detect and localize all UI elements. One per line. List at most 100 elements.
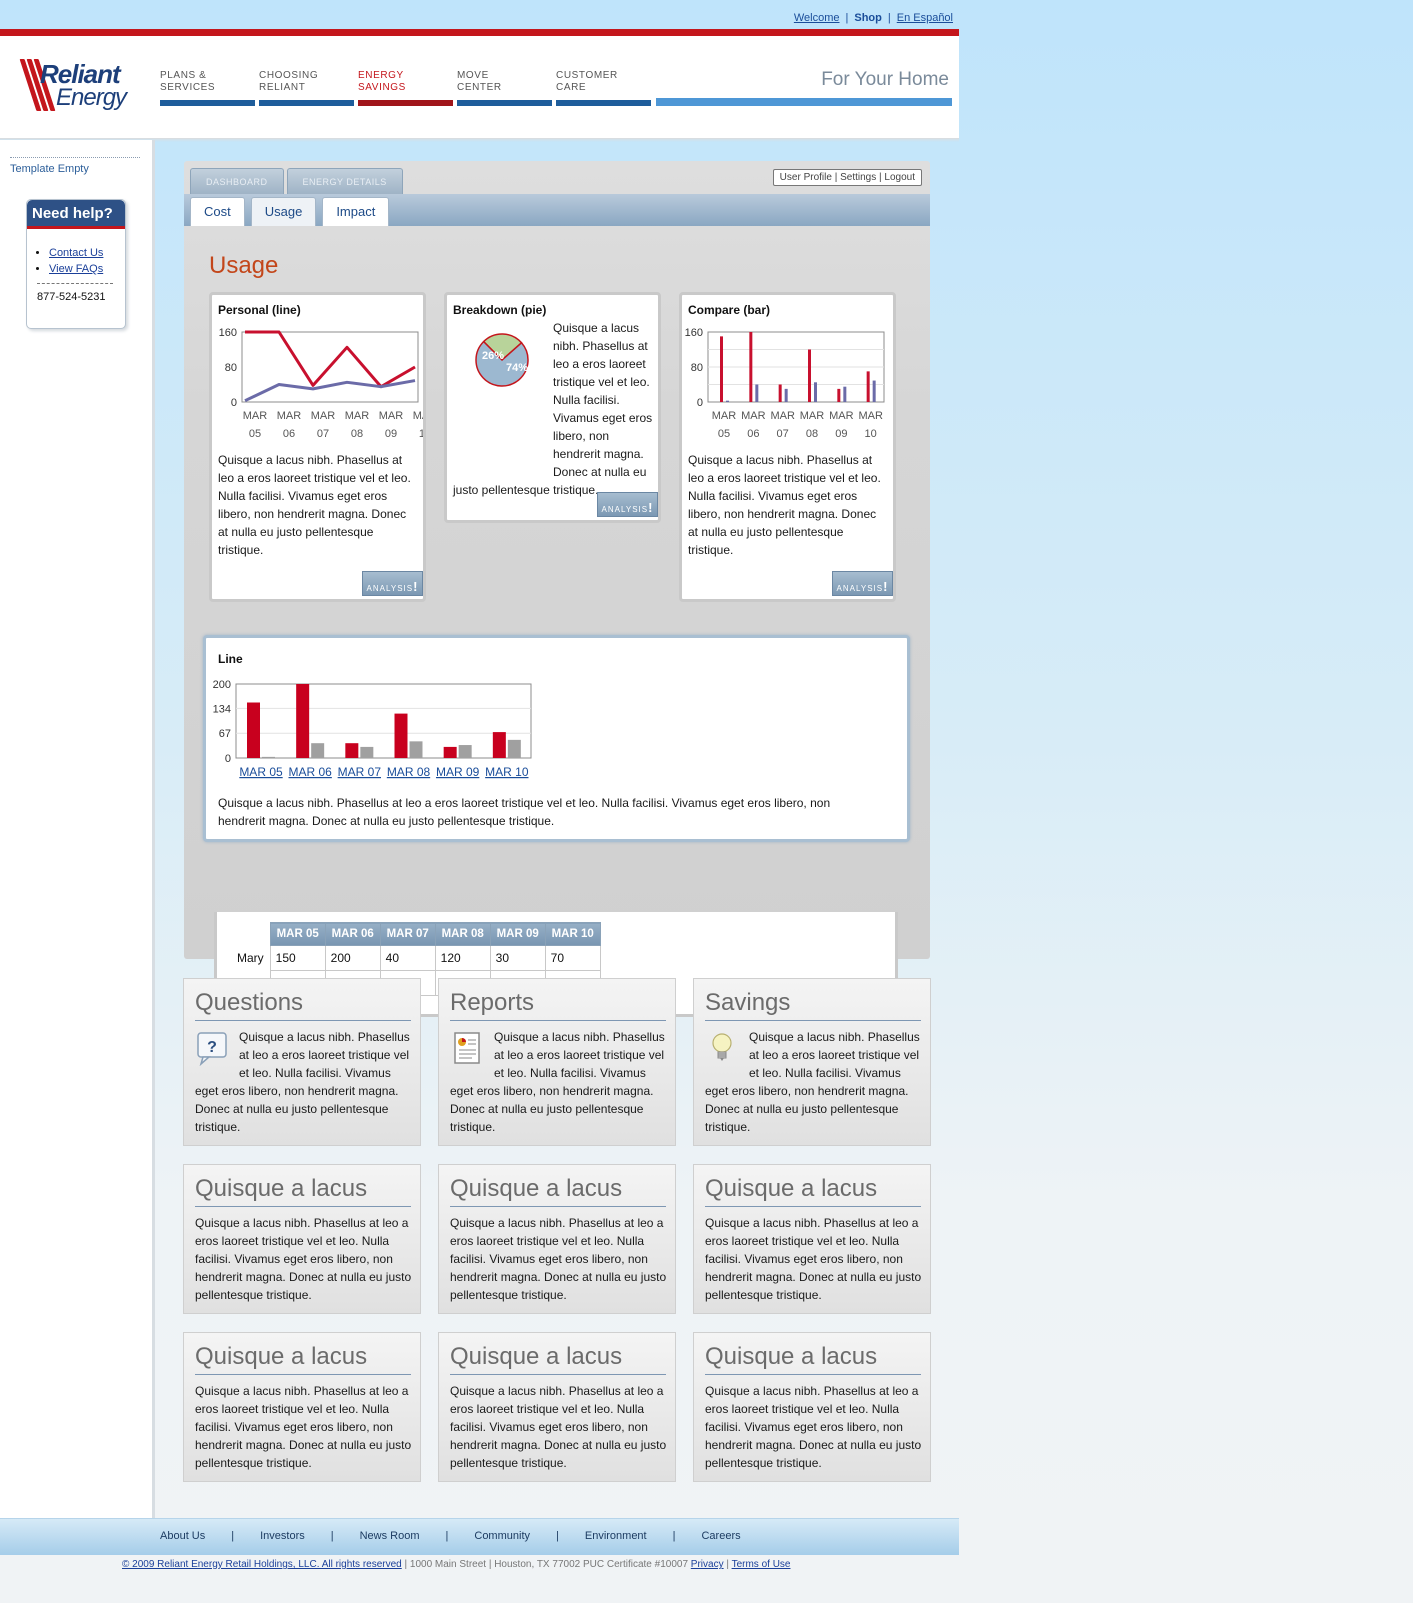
x-tick-label: MAR 06 — [288, 765, 332, 779]
footer-link-careers[interactable]: Careers — [701, 1530, 740, 1542]
footer-separator: | — [330, 1530, 334, 1542]
footer-link-investors[interactable]: Investors — [260, 1530, 305, 1542]
x-tick-label: 08 — [806, 428, 818, 440]
question-icon: ? — [197, 1032, 227, 1066]
shop-link[interactable]: Shop — [854, 12, 882, 24]
savings-box: Savings Quisque a lacus nibh. Phasellus … — [693, 978, 931, 1146]
bar — [296, 684, 310, 758]
usage-content: Usage Personal (line) 0 80 160 MAR 05 MAR 06 MA… — [184, 226, 930, 1017]
table-corner — [232, 922, 271, 946]
logout-link[interactable]: Logout — [884, 172, 915, 183]
x-tick-label: MAR — [345, 410, 370, 422]
x-tick-label: 09 — [835, 428, 847, 440]
settings-link[interactable]: Settings — [840, 172, 876, 183]
help-phone: 877-524-5231 — [37, 291, 106, 303]
analysis-mark: ! — [648, 500, 654, 515]
copyright-link[interactable]: © 2009 Reliant Energy Retail Holdings, L… — [122, 1559, 402, 1570]
espanol-link[interactable]: En Español — [897, 12, 953, 24]
bar — [394, 713, 408, 758]
tab-dashboard[interactable]: DASHBOARD — [190, 168, 284, 194]
footer-link-newsroom[interactable]: News Room — [360, 1530, 420, 1542]
sub-tabs: Cost Usage Impact — [190, 197, 395, 226]
nav-label: CUSTOMER CARE — [556, 70, 618, 93]
main-nav: PLANS & SERVICES CHOOSING RELIANT ENERGY… — [160, 70, 655, 106]
bar — [866, 371, 870, 402]
bar — [492, 732, 506, 758]
quisque-box: Quisque a lacus Quisque a lacus nibh. Ph… — [438, 1164, 676, 1314]
analysis-label: ANALYSIS — [366, 584, 414, 593]
table-header: MAR 09 — [489, 922, 546, 946]
table-cell: 30 — [489, 945, 546, 971]
bar — [755, 384, 759, 402]
copyright-line: © 2009 Reliant Energy Retail Holdings, L… — [122, 1559, 791, 1570]
bar — [843, 386, 847, 402]
nav-customer-care[interactable]: CUSTOMER CARE — [556, 70, 651, 106]
x-tick-label: 06 — [283, 428, 295, 440]
quisque-box: Quisque a lacus Quisque a lacus nibh. Ph… — [183, 1164, 421, 1314]
tab-impact[interactable]: Impact — [322, 197, 390, 226]
box-text: ? Quisque a lacus nibh. Phasellus at leo… — [195, 1028, 413, 1136]
view-faqs-link[interactable]: View FAQs — [49, 263, 103, 275]
nav-label: ENERGY SAVINGS — [358, 70, 406, 93]
pie-float-spacer — [453, 319, 553, 481]
nav-fill-bar — [656, 98, 952, 106]
table-cell: 40 — [379, 945, 436, 971]
tab-cost[interactable]: Cost — [190, 197, 245, 226]
user-profile-link[interactable]: User Profile — [780, 172, 832, 183]
plot-area — [235, 683, 532, 759]
box-text: Quisque a lacus nibh. Phasellus at leo a… — [705, 1384, 922, 1470]
dashboard-panel: DASHBOARD ENERGY DETAILS User Profile | … — [184, 161, 930, 1017]
site-footer: About Us | Investors | News Room | Communit… — [0, 1518, 959, 1555]
nav-choosing-reliant[interactable]: CHOOSING RELIANT — [259, 70, 354, 106]
table-cell: 150 — [269, 945, 326, 971]
bar — [360, 746, 374, 758]
footer-link-environment[interactable]: Environment — [585, 1530, 647, 1542]
tab-energy-details[interactable]: ENERGY DETAILS — [286, 168, 403, 194]
x-tick-label: 05 — [718, 428, 730, 440]
analysis-button[interactable]: ANALYSIS! — [597, 492, 658, 517]
nav-label: CHOOSING RELIANT — [259, 70, 319, 93]
tagline: For Your Home — [821, 69, 949, 90]
footer-link-community[interactable]: Community — [474, 1530, 530, 1542]
template-empty-link[interactable]: Template Empty — [10, 163, 152, 175]
utility-separator: | — [845, 12, 849, 24]
reliant-energy-logo[interactable]: Reliant Energy — [19, 57, 136, 117]
welcome-link[interactable]: Welcome — [794, 12, 840, 24]
analysis-button[interactable]: ANALYSIS! — [832, 571, 893, 596]
x-tick-label: MAR — [379, 410, 404, 422]
footer-link-about[interactable]: About Us — [160, 1530, 205, 1542]
analysis-mark: ! — [883, 579, 889, 594]
table-header: MAR 05 — [269, 922, 326, 946]
bar — [808, 349, 811, 402]
site-header: Reliant Energy PLANS & SERVICES CHOOSING… — [0, 29, 959, 142]
table-cell: 70 — [544, 945, 601, 971]
questions-box: Questions ? Quisque a lacus nibh. Phasel… — [183, 978, 421, 1146]
box-text: Quisque a lacus nibh. Phasellus at leo a… — [450, 1216, 667, 1302]
top-tabs: DASHBOARD ENERGY DETAILS — [190, 168, 406, 194]
y-tick-label: 0 — [225, 753, 231, 765]
personal-line-chart: 0 80 160 MAR 05 MAR 06 MAR 07 MAR 08 MAR 09 MAR 10 — [219, 327, 423, 440]
contact-us-link[interactable]: Contact Us — [49, 247, 103, 259]
nav-energy-savings[interactable]: ENERGY SAVINGS — [358, 70, 453, 106]
bar — [247, 702, 260, 758]
x-tick-label: MAR — [277, 410, 302, 422]
bar — [749, 332, 753, 402]
line-card: Line 0 67 134 200 MAR 05 MAR 06 MAR 07 MAR 08 MA… — [203, 635, 910, 842]
tab-usage[interactable]: Usage — [250, 197, 317, 226]
nav-plans-services[interactable]: PLANS & SERVICES — [160, 70, 255, 106]
nav-move-center[interactable]: MOVE CENTER — [457, 70, 552, 106]
privacy-link[interactable]: Privacy — [691, 1559, 724, 1570]
table-row: Mary 150 200 40 120 30 70 — [232, 945, 601, 971]
box-text: Quisque a lacus nibh. Phasellus at leo a… — [450, 1384, 667, 1470]
bar — [778, 384, 782, 402]
analysis-button[interactable]: ANALYSIS! — [362, 571, 423, 596]
row-label: Mary — [237, 951, 264, 965]
terms-link[interactable]: Terms of Use — [732, 1559, 791, 1570]
analysis-label: ANALYSIS — [601, 505, 649, 514]
lightbulb-icon — [712, 1033, 732, 1061]
compare-bar-card: Compare (bar) 0 80 160 MAR 05 MAR 06 MAR 07 MAR 08… — [679, 292, 896, 602]
quisque-box: Quisque a lacus Quisque a lacus nibh. Ph… — [183, 1332, 421, 1482]
report-icon — [454, 1032, 480, 1064]
sidebar-divider — [10, 157, 140, 158]
y-tick-label: 160 — [219, 327, 237, 339]
